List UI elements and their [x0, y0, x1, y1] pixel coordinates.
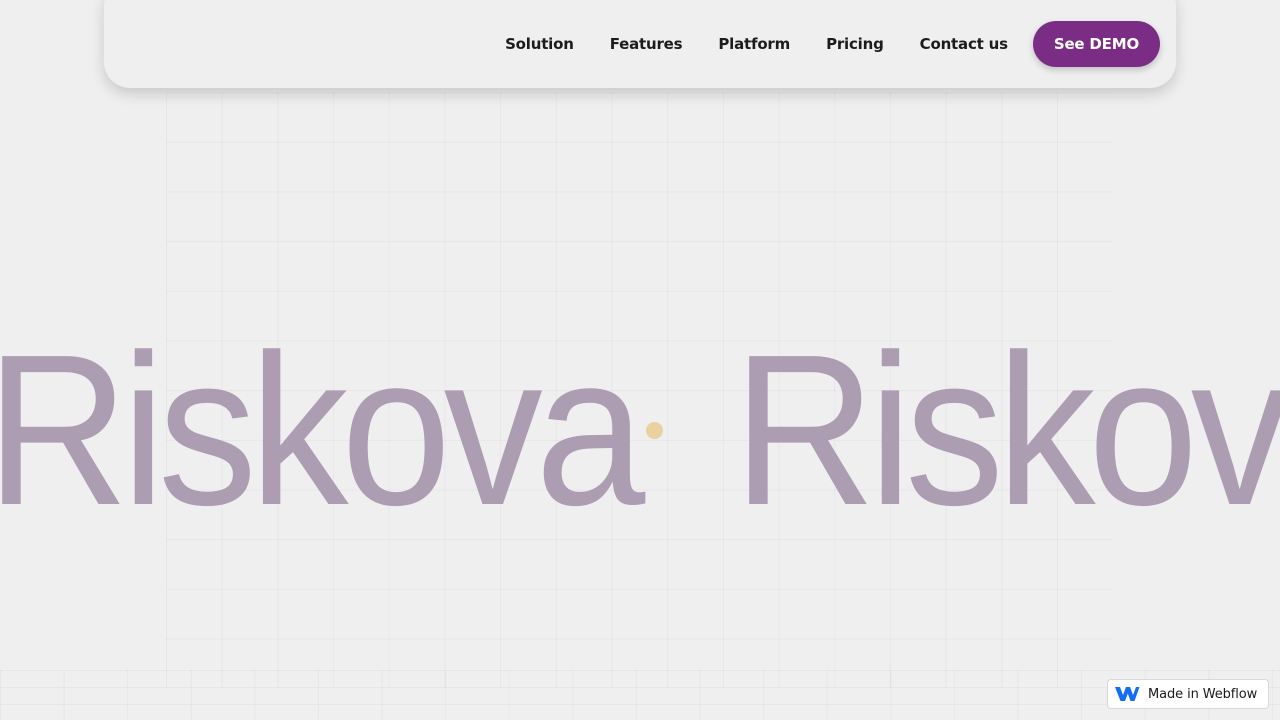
nav-links: Solution Features Platform Pricing Conta… — [487, 21, 1160, 67]
marquee-text: Riskova — [733, 320, 1280, 540]
nav-link-solution[interactable]: Solution — [505, 35, 574, 53]
nav-link-pricing[interactable]: Pricing — [826, 35, 884, 53]
see-demo-button[interactable]: See DEMO — [1032, 21, 1160, 67]
background-grid-bottom — [0, 670, 1280, 720]
nav-link-platform[interactable]: Platform — [718, 35, 790, 53]
made-in-webflow-badge[interactable]: Made in Webflow — [1107, 679, 1269, 709]
made-in-webflow-label: Made in Webflow — [1148, 686, 1258, 702]
nav-link-contact-us[interactable]: Contact us — [920, 35, 1008, 53]
navbar: Solution Features Platform Pricing Conta… — [104, 0, 1176, 88]
marquee-dot — [646, 422, 663, 439]
marquee-text: Riskova — [0, 320, 645, 540]
nav-link-features[interactable]: Features — [610, 35, 683, 53]
page: Solution Features Platform Pricing Conta… — [0, 0, 1280, 720]
webflow-logo-icon — [1115, 687, 1140, 701]
hero-marquee: Riskova Riskova — [0, 320, 1280, 540]
